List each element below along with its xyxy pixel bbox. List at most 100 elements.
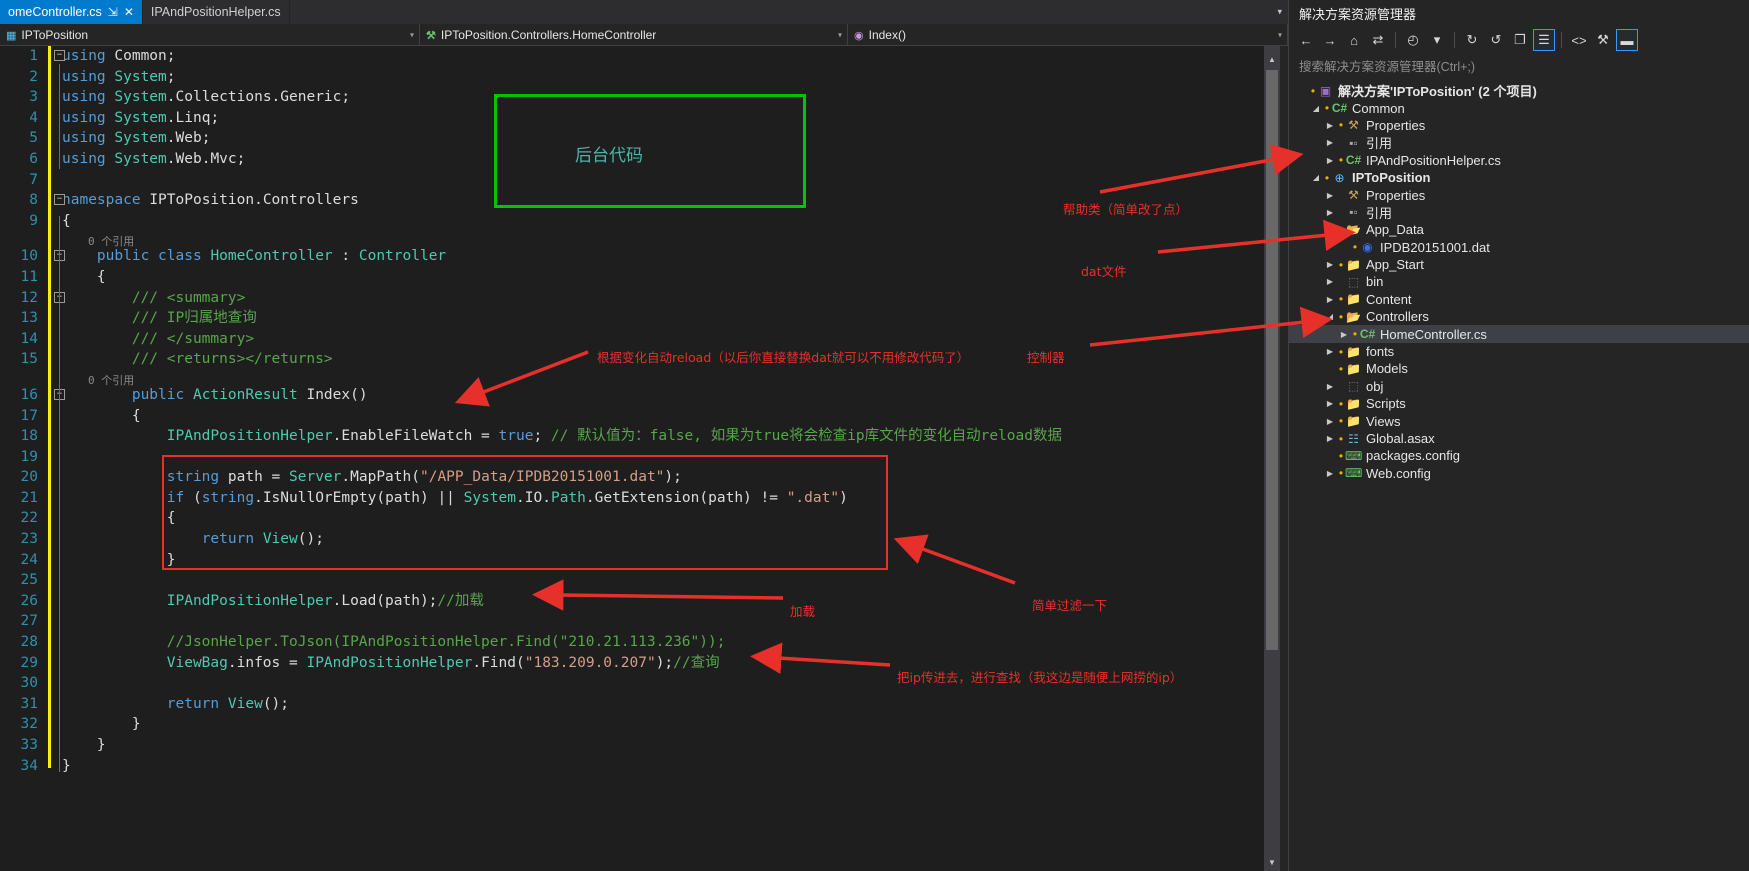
tree-node-web-config[interactable]: ▶ • ⌨ Web.config: [1289, 465, 1749, 482]
code-line[interactable]: 6 using System.Web.Mvc;: [0, 149, 1062, 170]
tree-node-controllers[interactable]: ◢ • 📂 Controllers: [1289, 308, 1749, 325]
tree-node--iptoposition-2-[interactable]: • ▣ 解决方案'IPToPosition' (2 个项目): [1289, 82, 1749, 100]
tree-node-iptoposition[interactable]: ◢ • ⊕ IPToPosition: [1289, 169, 1749, 186]
code-line[interactable]: 2 using System;: [0, 67, 1062, 88]
code-line[interactable]: 9{: [0, 211, 1062, 232]
code-line[interactable]: 8− namespace IPToPosition.Controllers: [0, 190, 1062, 211]
expander-icon[interactable]: ▶: [1323, 208, 1337, 217]
pin-icon[interactable]: ⇲: [108, 5, 118, 19]
tree-node-obj[interactable]: ▶ ⬚ obj: [1289, 378, 1749, 395]
expander-icon[interactable]: ▶: [1337, 330, 1351, 339]
tree-node--[interactable]: ▶ ▪▫ 引用: [1289, 204, 1749, 221]
code-line[interactable]: 15 /// <returns></returns>: [0, 349, 1062, 370]
expander-icon[interactable]: ▶: [1323, 260, 1337, 269]
code-line[interactable]: 34}: [0, 756, 1062, 777]
fold-toggle-icon[interactable]: −: [54, 194, 65, 206]
code-line[interactable]: 25: [0, 570, 1062, 591]
solution-tree[interactable]: • ▣ 解决方案'IPToPosition' (2 个项目) ◢ • C# Common ▶ •…: [1289, 78, 1749, 482]
tab-overflow-chevron-icon[interactable]: ▾: [1277, 7, 1282, 18]
tab-homecontroller-cs[interactable]: omeController.cs ⇲ ✕: [0, 0, 143, 24]
expander-icon[interactable]: ▶: [1323, 121, 1337, 130]
wrench-icon[interactable]: ⚒: [1592, 29, 1614, 51]
expander-icon[interactable]: ▶: [1323, 382, 1337, 391]
tree-node-app-data[interactable]: ◢ • 📂 App_Data: [1289, 221, 1749, 238]
code-line[interactable]: 4 using System.Linq;: [0, 108, 1062, 129]
expander-icon[interactable]: ▶: [1323, 347, 1337, 356]
back-icon[interactable]: ←: [1295, 29, 1317, 51]
tab-ipandpositionhelper-cs[interactable]: IPAndPositionHelper.cs: [142, 0, 290, 24]
tree-node-bin[interactable]: ▶ ⬚ bin: [1289, 273, 1749, 290]
pending-changes-filter-icon[interactable]: ◴: [1402, 29, 1424, 51]
navbar-project-dropdown[interactable]: ▦ IPToPosition ▾: [0, 24, 420, 46]
tree-node-ipandpositionhelper-cs[interactable]: ▶ • C# IPAndPositionHelper.cs: [1289, 152, 1749, 169]
show-all-files-icon[interactable]: ❐: [1509, 29, 1531, 51]
code-line[interactable]: 19: [0, 447, 1062, 468]
code-line[interactable]: 21 if (string.IsNullOrEmpty(path) || Sys…: [0, 488, 1062, 509]
tree-node-properties[interactable]: ▶ ⚒ Properties: [1289, 186, 1749, 203]
code-line[interactable]: 27: [0, 611, 1062, 632]
code-line[interactable]: 3 using System.Collections.Generic;: [0, 87, 1062, 108]
expander-icon[interactable]: ◢: [1309, 173, 1323, 182]
code-line[interactable]: 5 using System.Web;: [0, 128, 1062, 149]
tree-node-fonts[interactable]: ▶ • 📁 fonts: [1289, 343, 1749, 360]
code-line[interactable]: 1− using Common;: [0, 46, 1062, 67]
expander-icon[interactable]: ▶: [1323, 417, 1337, 426]
tree-node-properties[interactable]: ▶ • ⚒ Properties: [1289, 117, 1749, 134]
code-line[interactable]: 7: [0, 170, 1062, 191]
tree-node--[interactable]: ▶ ▪▫ 引用: [1289, 134, 1749, 152]
navbar-member-dropdown[interactable]: ◉ Index() ▾: [848, 24, 1288, 46]
code-text[interactable]: 1− using Common; 2 using System; 3 using Syst…: [0, 46, 1062, 776]
chevron-down-icon[interactable]: ▾: [1426, 29, 1448, 51]
sync-with-active-document-icon[interactable]: ⇄: [1367, 29, 1389, 51]
tree-node-scripts[interactable]: ▶ • 📁 Scripts: [1289, 395, 1749, 412]
code-line[interactable]: 26 IPAndPositionHelper.Load(path);//加载: [0, 591, 1062, 612]
navbar-type-dropdown[interactable]: ⚒ IPToPosition.Controllers.HomeControlle…: [420, 24, 848, 46]
tree-node-content[interactable]: ▶ • 📁 Content: [1289, 291, 1749, 308]
code-line[interactable]: 33 }: [0, 735, 1062, 756]
tree-node-models[interactable]: • 📁 Models: [1289, 360, 1749, 377]
code-line[interactable]: 24 }: [0, 550, 1062, 571]
chevron-down-icon[interactable]: ▾: [838, 31, 842, 40]
expander-icon[interactable]: ◢: [1309, 104, 1323, 113]
tree-node-common[interactable]: ◢ • C# Common: [1289, 99, 1749, 116]
scroll-down-icon[interactable]: ▼: [1264, 855, 1280, 871]
tree-node-global-asax[interactable]: ▶ • ☷ Global.asax: [1289, 430, 1749, 447]
expander-icon[interactable]: ▶: [1323, 138, 1337, 147]
properties-window-icon[interactable]: ☰: [1533, 29, 1555, 51]
expander-icon[interactable]: ◢: [1323, 312, 1337, 321]
expander-icon[interactable]: ◢: [1323, 225, 1337, 234]
expander-icon[interactable]: ▶: [1323, 469, 1337, 478]
expander-icon[interactable]: ▶: [1323, 156, 1337, 165]
close-icon[interactable]: ✕: [124, 5, 134, 19]
code-line[interactable]: 23 return View();: [0, 529, 1062, 550]
code-line[interactable]: 28 //JsonHelper.ToJson(IPAndPositionHelp…: [0, 632, 1062, 653]
code-line[interactable]: 30: [0, 673, 1062, 694]
code-line[interactable]: 29 ViewBag.infos = IPAndPositionHelper.F…: [0, 653, 1062, 674]
expander-icon[interactable]: ▶: [1323, 191, 1337, 200]
view-code-icon[interactable]: <>: [1568, 29, 1590, 51]
code-line[interactable]: 13 /// IP归属地查询: [0, 308, 1062, 329]
code-line[interactable]: 32 }: [0, 714, 1062, 735]
code-line[interactable]: 10− public class HomeController : Contro…: [0, 246, 1062, 267]
scrollbar-thumb[interactable]: [1266, 70, 1278, 650]
home-icon[interactable]: ⌂: [1343, 29, 1365, 51]
code-line[interactable]: 18 IPAndPositionHelper.EnableFileWatch =…: [0, 426, 1062, 447]
code-line[interactable]: 12− /// <summary>: [0, 288, 1062, 309]
code-line[interactable]: 20 string path = Server.MapPath("/APP_Da…: [0, 467, 1062, 488]
tree-node-views[interactable]: ▶ • 📁 Views: [1289, 412, 1749, 429]
tree-node-ipdb20151001-dat[interactable]: • ◉ IPDB20151001.dat: [1289, 239, 1749, 256]
preview-selected-items-icon[interactable]: ▬: [1616, 29, 1638, 51]
editor-vertical-scrollbar[interactable]: ▲ ▼: [1264, 46, 1280, 871]
expander-icon[interactable]: ▶: [1323, 295, 1337, 304]
tree-node-app-start[interactable]: ▶ • 📁 App_Start: [1289, 256, 1749, 273]
code-line[interactable]: 22 {: [0, 508, 1062, 529]
tree-node-packages-config[interactable]: • ⌨ packages.config: [1289, 447, 1749, 464]
scroll-up-icon[interactable]: ▲: [1264, 52, 1280, 68]
code-editor[interactable]: 1− using Common; 2 using System; 3 using Syst…: [0, 46, 1264, 871]
expander-icon[interactable]: ▶: [1323, 434, 1337, 443]
collapse-all-icon[interactable]: ↺: [1485, 29, 1507, 51]
refresh-icon[interactable]: ↻: [1461, 29, 1483, 51]
code-line[interactable]: 16− public ActionResult Index(): [0, 385, 1062, 406]
expander-icon[interactable]: ▶: [1323, 399, 1337, 408]
code-line[interactable]: 11 {: [0, 267, 1062, 288]
